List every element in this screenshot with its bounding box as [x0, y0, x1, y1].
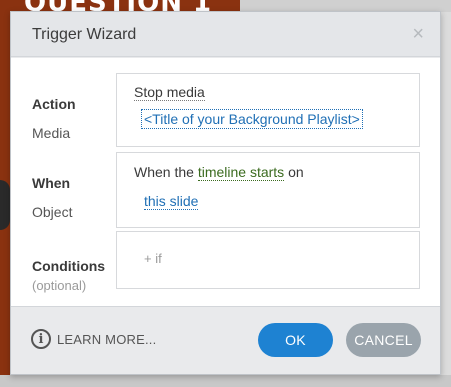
when-box: When the timeline starts on this slide [116, 152, 420, 228]
learn-more-label: LEARN MORE... [57, 331, 157, 347]
action-label: Action [32, 96, 76, 112]
when-sentence: When the timeline starts on [134, 164, 304, 181]
action-box: Stop media <Title of your Background Pla… [116, 73, 420, 147]
when-event-dropdown[interactable]: timeline starts [197, 164, 285, 181]
close-icon[interactable]: × [412, 24, 424, 44]
dialog-title: Trigger Wizard [32, 26, 137, 43]
media-selector[interactable]: <Title of your Background Playlist> [141, 109, 363, 129]
dialog-titlebar: Trigger Wizard × [11, 12, 440, 57]
conditions-optional-label: (optional) [32, 278, 87, 293]
background-bottom-strip [0, 375, 451, 387]
cancel-button[interactable]: CANCEL [346, 323, 421, 357]
object-label: Object [32, 204, 73, 220]
conditions-box: + if [116, 231, 420, 289]
conditions-label: Conditions [32, 258, 106, 274]
when-label: When [32, 175, 71, 191]
media-label: Media [32, 125, 71, 141]
dialog-footer: i LEARN MORE... OK CANCEL [11, 306, 440, 374]
when-suffix: on [288, 164, 304, 180]
add-condition-button[interactable]: + if [144, 251, 162, 266]
ok-button[interactable]: OK [258, 323, 333, 357]
trigger-wizard-dialog: Trigger Wizard × Action Media When Objec… [10, 11, 441, 375]
dialog-content: Action Media When Object Conditions (opt… [11, 58, 440, 306]
action-dropdown[interactable]: Stop media [134, 84, 205, 101]
info-icon: i [31, 329, 51, 349]
background-graphic [0, 180, 10, 230]
object-dropdown[interactable]: this slide [144, 193, 199, 210]
learn-more-link[interactable]: i LEARN MORE... [31, 329, 156, 349]
when-prefix: When the [134, 164, 194, 180]
